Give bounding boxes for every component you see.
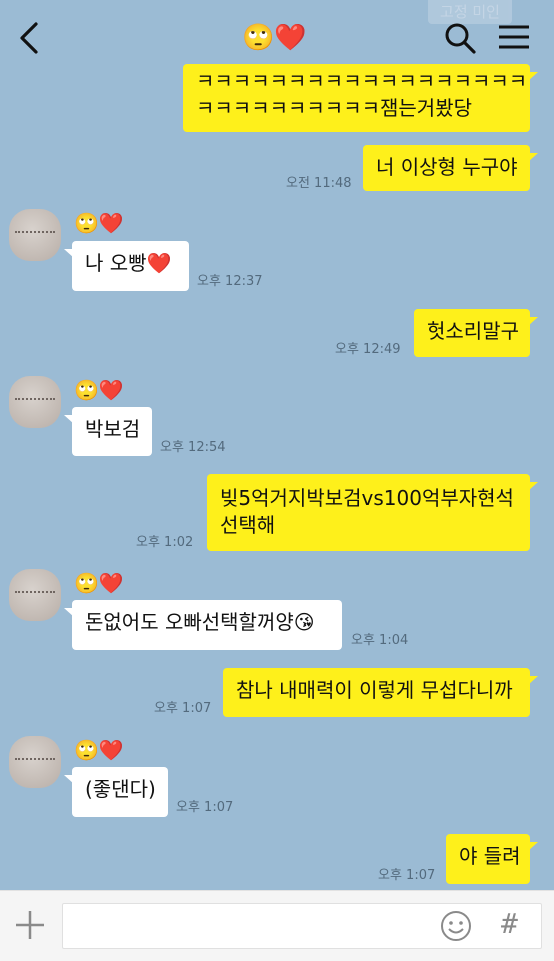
message-text: 빚5억거지박보검vs100억부자현석 (220, 486, 514, 510)
menu-icon[interactable] (494, 18, 534, 58)
chat-area[interactable]: ㅋㅋㅋㅋㅋㅋㅋㅋㅋㅋㅋㅋㅋㅋㅋㅋㅋㅋ ㅋㅋㅋㅋㅋㅋㅋㅋㅋㅋ잼는거봤당 오전 11… (0, 0, 554, 890)
avatar[interactable] (9, 376, 61, 428)
message-bubble-mine[interactable]: 너 이상형 누구야 (363, 145, 538, 191)
message-text: 야 들려 (459, 844, 521, 868)
message-input-bar: # (0, 890, 554, 961)
sender-name: 🙄❤️ (74, 738, 124, 762)
search-icon[interactable] (440, 18, 480, 58)
message-time: 오후 1:04 (351, 633, 409, 648)
avatar[interactable] (9, 569, 61, 621)
message-time: 오후 1:07 (176, 800, 234, 815)
message-text: 선택해 (220, 513, 276, 537)
message-time: 오후 12:54 (160, 440, 226, 455)
message-text: 너 이상형 누구야 (376, 155, 518, 179)
message-time: 오후 1:02 (136, 535, 194, 550)
message-text: ㅋㅋㅋㅋㅋㅋㅋㅋㅋㅋ잼는거봤당 (196, 96, 472, 120)
message-text: 헛소리말구 (427, 319, 519, 343)
message-bubble-mine[interactable]: 야 들려 (446, 834, 538, 884)
message-time: 오전 11:48 (286, 176, 352, 191)
message-time: 오후 1:07 (154, 701, 212, 716)
message-text: (좋댄다) (85, 777, 156, 801)
message-bubble-mine[interactable]: 빚5억거지박보검vs100억부자현석 선택해 (207, 474, 538, 551)
message-time: 오후 12:37 (197, 274, 263, 289)
message-text: 나 오빵❤️ (85, 251, 172, 275)
emoji-icon[interactable] (439, 909, 473, 943)
sender-name: 🙄❤️ (74, 571, 124, 595)
avatar[interactable] (9, 209, 61, 261)
message-text: 박보검 (85, 417, 141, 441)
message-input[interactable]: # (62, 903, 542, 949)
message-bubble-mine[interactable]: 헛소리말구 (414, 309, 538, 357)
message-bubble-theirs[interactable]: (좋댄다) (64, 767, 168, 817)
message-time: 오후 12:49 (335, 342, 401, 357)
message-bubble-theirs[interactable]: 박보검 (64, 407, 152, 456)
sender-name: 🙄❤️ (74, 378, 124, 402)
message-bubble-mine[interactable]: 참나 내매력이 이렇게 무섭다니까 (223, 668, 538, 717)
message-time: 오후 1:07 (378, 868, 436, 883)
message-text: 참나 내매력이 이렇게 무섭다니까 (236, 678, 513, 702)
message-bubble-theirs[interactable]: 나 오빵❤️ (64, 241, 189, 291)
message-text: ㅋㅋㅋㅋㅋㅋㅋㅋㅋㅋㅋㅋㅋㅋㅋㅋㅋㅋ (196, 69, 528, 93)
back-arrow-icon[interactable] (10, 18, 50, 58)
message-text: 돈없어도 오빠선택할꺼양😘 (85, 610, 315, 634)
avatar[interactable] (9, 736, 61, 788)
message-bubble-theirs[interactable]: 돈없어도 오빠선택할꺼양😘 (64, 600, 342, 650)
sender-name: 🙄❤️ (74, 211, 124, 235)
plus-icon[interactable] (10, 905, 50, 945)
hash-icon[interactable]: # (501, 904, 518, 944)
message-bubble-mine[interactable]: ㅋㅋㅋㅋㅋㅋㅋㅋㅋㅋㅋㅋㅋㅋㅋㅋㅋㅋ ㅋㅋㅋㅋㅋㅋㅋㅋㅋㅋ잼는거봤당 (183, 64, 538, 132)
